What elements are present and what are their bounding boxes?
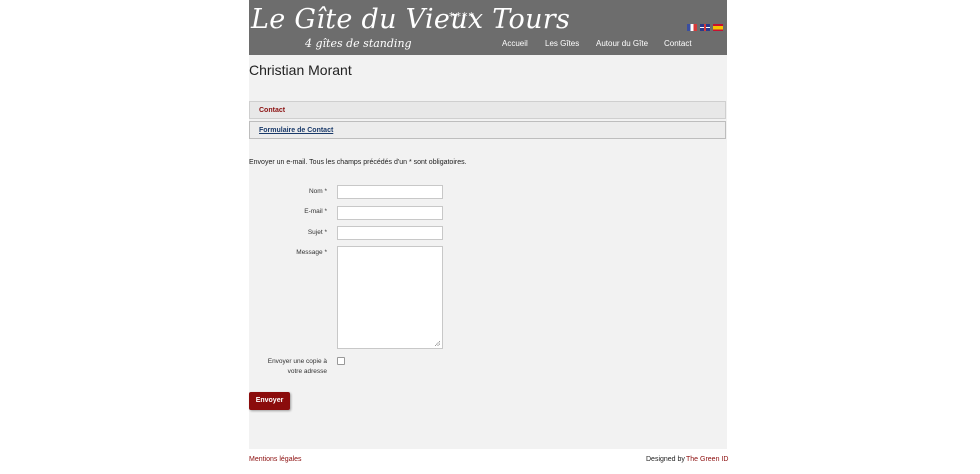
rating-stars: **** [449, 10, 475, 23]
section-header-contact: Contact [249, 101, 726, 119]
email-input[interactable] [337, 206, 443, 220]
email-label: E-mail * [304, 208, 327, 215]
contact-form-link[interactable]: Formulaire de Contact [259, 127, 333, 134]
section-contact-label: Contact [259, 107, 286, 114]
flag-fr-icon[interactable] [687, 24, 697, 31]
message-textarea[interactable] [337, 246, 443, 349]
page: Le Gîte du Vieux Tours **** 4 gîtes de s… [249, 0, 728, 474]
page-title: Christian Morant [249, 62, 352, 78]
form-intro-text: Envoyer un e-mail. Tous les champs précé… [249, 159, 467, 166]
nav-contact[interactable]: Contact [664, 39, 692, 48]
nav-accueil[interactable]: Accueil [502, 39, 528, 48]
send-copy-label-line1: Envoyer une copie à [267, 358, 327, 365]
designer-link[interactable]: The Green ID [686, 456, 728, 463]
main-nav: Accueil Les Gîtes Autour du Gîte Contact [249, 39, 727, 51]
language-switcher [687, 24, 723, 31]
send-copy-checkbox[interactable] [337, 357, 345, 365]
section-header-form[interactable]: Formulaire de Contact [249, 121, 726, 139]
flag-es-icon[interactable] [713, 24, 723, 31]
submit-button[interactable]: Envoyer [249, 392, 290, 410]
name-label: Nom * [308, 188, 327, 195]
main-content: Christian Morant Contact Formulaire de C… [249, 55, 727, 449]
site-header: Le Gîte du Vieux Tours **** 4 gîtes de s… [249, 0, 727, 55]
resize-grip-icon[interactable] [435, 341, 440, 346]
nav-les-gites[interactable]: Les Gîtes [545, 39, 579, 48]
site-logo-title[interactable]: Le Gîte du Vieux Tours [251, 4, 570, 35]
nav-autour-du-gite[interactable]: Autour du Gîte [596, 39, 648, 48]
subject-input[interactable] [337, 226, 443, 240]
site-footer: Mentions légales Designed by The Green I… [249, 449, 739, 474]
send-copy-label: Envoyer une copie à votre adresse [268, 357, 327, 377]
send-copy-label-line2: votre adresse [287, 368, 327, 375]
designed-by-text: Designed by [646, 456, 685, 463]
flag-uk-icon[interactable] [700, 24, 710, 31]
subject-label: Sujet * [307, 229, 327, 236]
message-label: Message * [296, 249, 327, 256]
legal-notice-link[interactable]: Mentions légales [249, 456, 302, 463]
name-input[interactable] [337, 185, 443, 199]
